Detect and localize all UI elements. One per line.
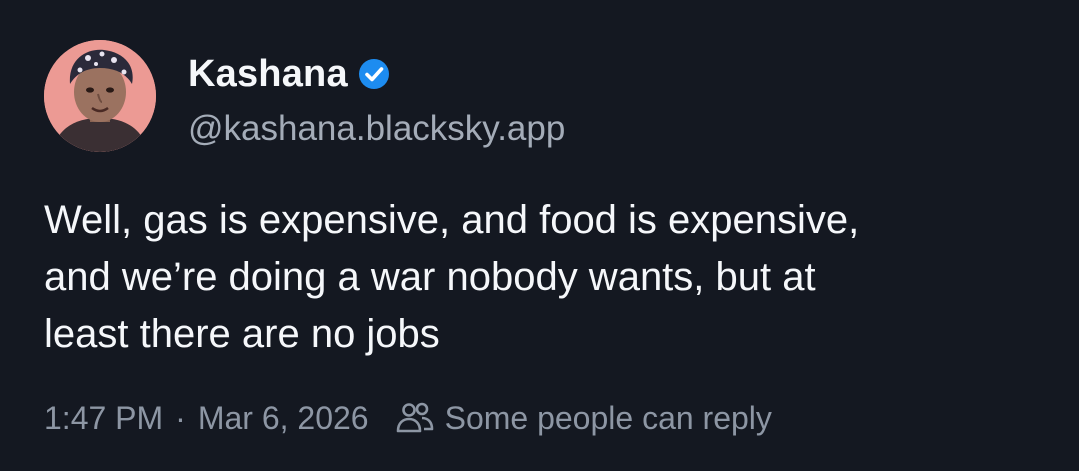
author-name-row: Kashana [188,48,390,100]
reply-setting[interactable]: Some people can reply [445,400,772,437]
post-date[interactable]: Mar 6, 2026 [198,400,369,437]
meta-separator: · [175,399,186,436]
post-meta: 1:47 PM · Mar 6, 2026 Some people can re… [44,396,772,440]
author-handle[interactable]: @kashana.blacksky.app [188,108,565,150]
post-text: Well, gas is expensive, and food is expe… [44,198,860,356]
author-avatar[interactable] [44,40,156,152]
author-display-name[interactable]: Kashana [188,55,348,93]
avatar-illustration [44,40,156,152]
post-time[interactable]: 1:47 PM [44,400,163,437]
verified-check-icon [358,58,390,90]
post-card: Kashana @kashana.blacksky.app Well, gas … [0,0,1079,471]
people-icon [395,400,435,436]
